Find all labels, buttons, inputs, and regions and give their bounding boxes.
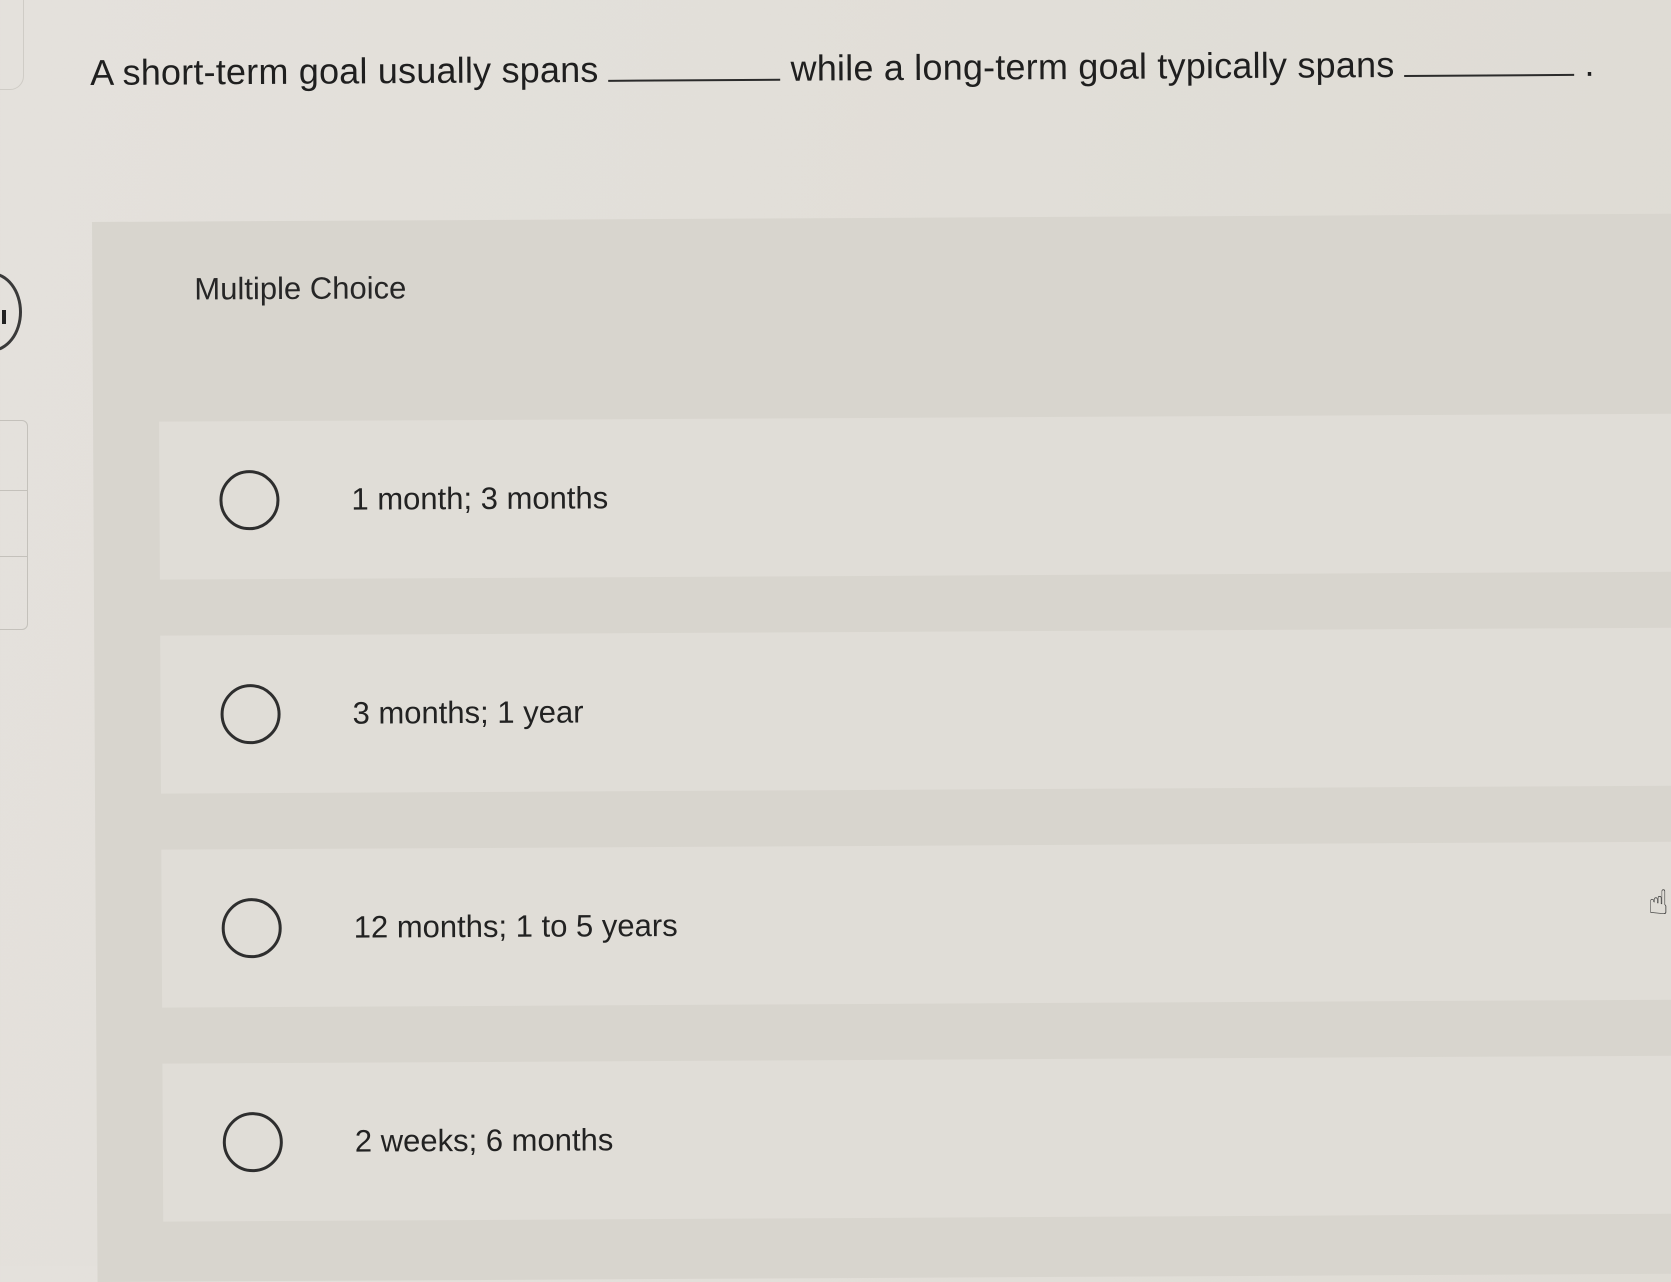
- side-tab-divider: [0, 556, 28, 557]
- side-toggle-mark: [2, 310, 6, 324]
- answer-option[interactable]: 3 months; 1 year: [160, 627, 1671, 794]
- radio-unchecked-icon[interactable]: [222, 1112, 283, 1173]
- radio-unchecked-icon[interactable]: [221, 898, 282, 959]
- radio-unchecked-icon[interactable]: [219, 470, 280, 531]
- side-tab-divider: [0, 490, 28, 491]
- answer-option-label: 2 weeks; 6 months: [354, 1122, 614, 1159]
- section-label: Multiple Choice: [194, 270, 407, 307]
- hand-pointer-icon: ☝: [1648, 884, 1669, 922]
- answer-option[interactable]: 1 month; 3 months: [159, 413, 1671, 580]
- question-text-part1: A short-term goal usually spans: [90, 48, 599, 93]
- radio-unchecked-icon[interactable]: [220, 684, 281, 745]
- answer-blank-2: [1404, 72, 1575, 77]
- multiple-choice-panel: Multiple Choice 1 month; 3 months 3 mont…: [92, 213, 1671, 1282]
- answer-option-label: 12 months; 1 to 5 years: [353, 907, 678, 945]
- answer-option[interactable]: 12 months; 1 to 5 years: [161, 841, 1671, 1008]
- question-prompt: A short-term goal usually spans while a …: [90, 43, 1595, 94]
- side-navigation-tab[interactable]: [0, 420, 28, 630]
- answer-blank-1: [608, 77, 781, 82]
- answer-option-label: 3 months; 1 year: [352, 694, 584, 731]
- question-text-part2: while a long-term goal typically spans: [790, 44, 1395, 89]
- answer-option-label: 1 month; 3 months: [351, 480, 609, 517]
- answer-option[interactable]: 2 weeks; 6 months: [162, 1055, 1671, 1222]
- question-end-punctuation: .: [1584, 42, 1595, 84]
- left-edge-frame: [0, 0, 24, 90]
